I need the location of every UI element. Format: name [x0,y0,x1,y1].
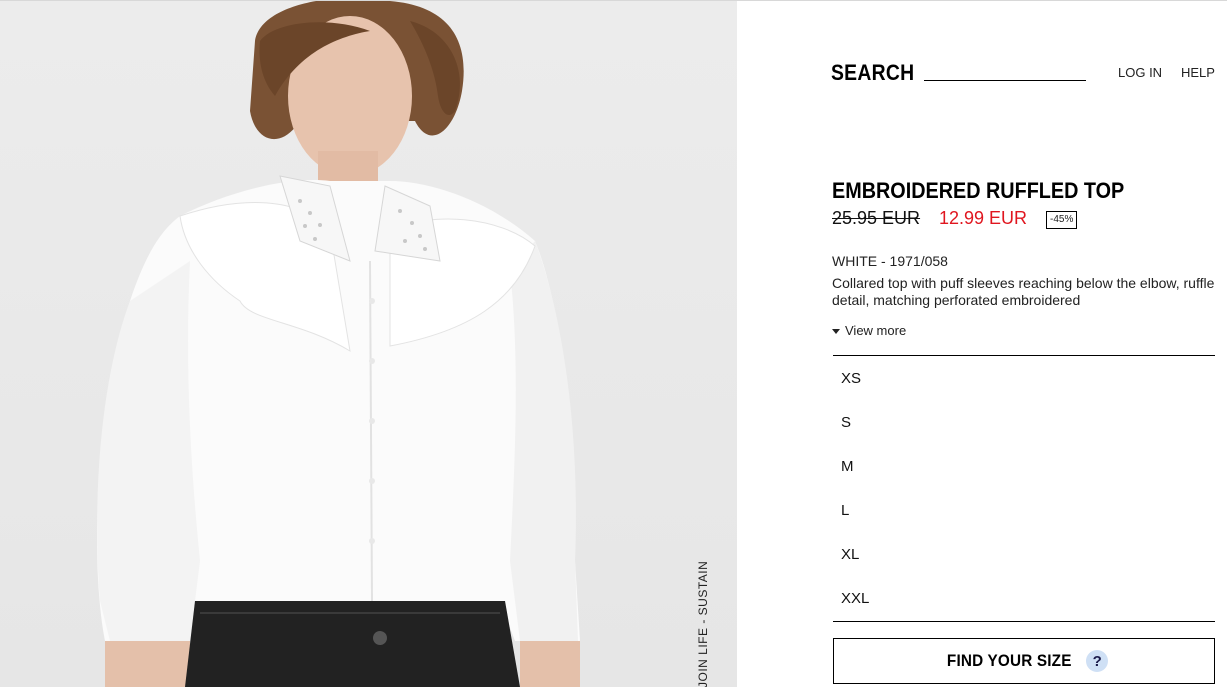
search-label[interactable]: SEARCH [831,60,914,86]
search-input[interactable] [924,62,1086,81]
question-mark-icon: ? [1086,650,1109,672]
view-more-link[interactable]: View more [832,323,906,338]
login-link[interactable]: LOG IN [1118,65,1162,80]
size-option-xs[interactable]: XS [841,364,1201,394]
find-your-size-button[interactable]: FIND YOUR SIZE ? [833,638,1215,684]
view-more-label: View more [845,323,907,338]
size-option-xxl[interactable]: XXL [841,584,1201,614]
product-title: EMBROIDERED RUFFLED TOP [832,178,1125,203]
find-your-size-label: FIND YOUR SIZE [946,651,1072,670]
discount-badge: -45% [1046,211,1078,229]
size-option-s[interactable]: S [841,408,1201,438]
product-image: JOIN LIFE - SUSTAINABILITY [0,1,737,687]
sustainability-link[interactable]: JOIN LIFE - SUSTAINABILITY [696,561,716,687]
sustainability-link-label: JOIN LIFE - SUSTAINABILITY [696,561,710,687]
size-option-xl[interactable]: XL [841,540,1201,570]
color-reference: WHITE - 1971/058 [832,253,948,269]
original-price: 25.95 EUR [832,208,921,228]
sale-price: 12.99 EUR [939,208,1028,228]
caret-down-icon [832,328,840,334]
size-option-m[interactable]: M [841,452,1201,482]
help-link[interactable]: HELP [1181,65,1215,80]
size-option-l[interactable]: L [841,496,1201,526]
product-description: Collared top with puff sleeves reaching … [832,275,1215,308]
model-photo-illustration [97,1,580,687]
size-list: XS S M L XL XXL [833,355,1215,622]
